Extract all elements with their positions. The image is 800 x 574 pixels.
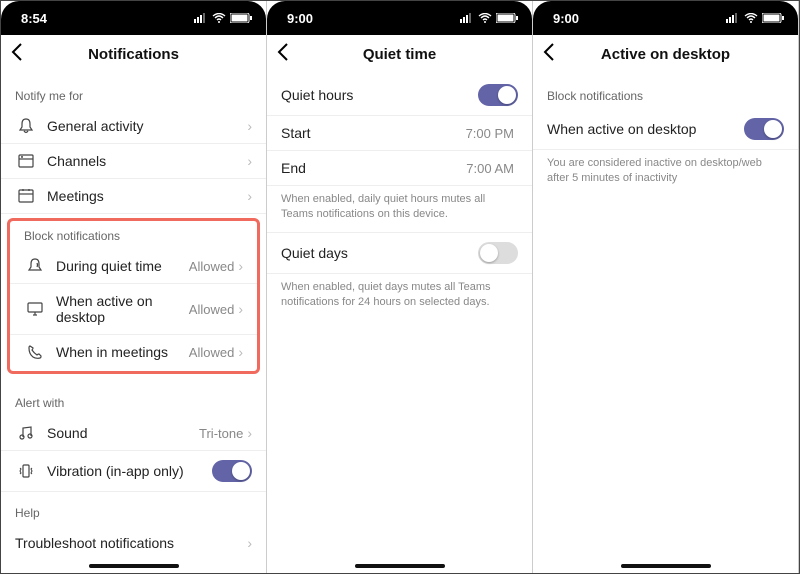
desktop-icon <box>24 301 46 317</box>
status-icons <box>194 13 252 23</box>
status-bar: 8:54 <box>1 1 266 35</box>
row-label: When in meetings <box>56 344 189 360</box>
chevron-right-icon: › <box>238 258 243 274</box>
row-value: Allowed <box>189 302 235 317</box>
row-label: Meetings <box>47 188 247 204</box>
status-bar: 9:00 <box>267 1 532 35</box>
page-title: Active on desktop <box>601 46 730 63</box>
page-title: Notifications <box>88 46 179 63</box>
active-desktop-toggle[interactable] <box>744 118 784 140</box>
row-when-in-meetings[interactable]: When in meetings Allowed › <box>10 335 257 369</box>
row-during-quiet-time[interactable]: During quiet time Allowed › <box>10 249 257 284</box>
nav-bar: Notifications <box>1 35 266 75</box>
status-icons <box>726 13 784 23</box>
vibration-icon <box>15 463 37 479</box>
quiet-hours-toggle[interactable] <box>478 84 518 106</box>
home-indicator <box>355 564 445 568</box>
screen-active-desktop: 9:00 Active on desktop Block notificatio… <box>533 1 799 573</box>
row-channels[interactable]: Channels › <box>1 144 266 179</box>
row-label: When active on desktop <box>547 121 744 137</box>
section-block-header: Block notifications <box>10 221 257 249</box>
nav-bar: Active on desktop <box>533 35 798 75</box>
quiet-days-help: When enabled, quiet days mutes all Teams… <box>267 274 532 320</box>
section-notify-header: Notify me for <box>1 75 266 109</box>
bell-icon <box>15 118 37 134</box>
back-button[interactable] <box>543 43 555 67</box>
page-title: Quiet time <box>363 46 436 63</box>
row-value: 7:00 PM <box>466 126 514 141</box>
row-label: End <box>281 160 466 176</box>
section-alert-header: Alert with <box>1 382 266 416</box>
phone-icon <box>24 344 46 360</box>
chevron-right-icon: › <box>247 535 252 551</box>
row-start[interactable]: Start 7:00 PM <box>267 116 532 151</box>
row-label: General activity <box>47 118 247 134</box>
row-label: When active on desktop <box>56 293 189 325</box>
status-time: 8:54 <box>21 11 47 26</box>
row-troubleshoot[interactable]: Troubleshoot notifications › <box>1 526 266 560</box>
calendar-icon <box>15 188 37 204</box>
quiet-hours-help: When enabled, daily quiet hours mutes al… <box>267 186 532 232</box>
row-when-active-desktop[interactable]: When active on desktop Allowed › <box>10 284 257 335</box>
status-bar: 9:00 <box>533 1 798 35</box>
row-general-activity[interactable]: General activity › <box>1 109 266 144</box>
status-time: 9:00 <box>553 11 579 26</box>
row-value: 7:00 AM <box>466 161 514 176</box>
content: Notify me for General activity › Channel… <box>1 75 266 573</box>
screen-notifications: 8:54 Notifications Notify me for General… <box>1 1 267 573</box>
row-label: During quiet time <box>56 258 189 274</box>
row-label: Troubleshoot notifications <box>15 535 247 551</box>
row-value: Tri-tone <box>199 426 243 441</box>
active-desktop-help: You are considered inactive on desktop/w… <box>533 150 798 196</box>
nav-bar: Quiet time <box>267 35 532 75</box>
channels-icon <box>15 153 37 169</box>
row-label: Quiet hours <box>281 87 478 103</box>
chevron-right-icon: › <box>238 344 243 360</box>
home-indicator <box>621 564 711 568</box>
row-label: Quiet days <box>281 245 478 261</box>
chevron-right-icon: › <box>238 301 243 317</box>
row-value: Allowed <box>189 345 235 360</box>
status-time: 9:00 <box>287 11 313 26</box>
quiet-days-toggle[interactable] <box>478 242 518 264</box>
row-quiet-hours[interactable]: Quiet hours <box>267 75 532 116</box>
row-vibration[interactable]: Vibration (in-app only) <box>1 451 266 492</box>
chevron-right-icon: › <box>247 153 252 169</box>
back-button[interactable] <box>11 43 23 67</box>
row-meetings[interactable]: Meetings › <box>1 179 266 214</box>
quiet-icon <box>24 258 46 274</box>
row-label: Start <box>281 125 466 141</box>
chevron-right-icon: › <box>247 118 252 134</box>
section-block-header: Block notifications <box>533 75 798 109</box>
home-indicator <box>89 564 179 568</box>
row-end[interactable]: End 7:00 AM <box>267 151 532 186</box>
back-button[interactable] <box>277 43 289 67</box>
section-help-header: Help <box>1 492 266 526</box>
content: Quiet hours Start 7:00 PM End 7:00 AM Wh… <box>267 75 532 573</box>
screen-quiet-time: 9:00 Quiet time Quiet hours Start 7:00 P… <box>267 1 533 573</box>
row-quiet-days[interactable]: Quiet days <box>267 232 532 274</box>
chevron-right-icon: › <box>247 188 252 204</box>
music-icon <box>15 425 37 441</box>
row-label: Sound <box>47 425 199 441</box>
highlight-block-notifications: Block notifications During quiet time Al… <box>7 218 260 374</box>
chevron-right-icon: › <box>247 425 252 441</box>
row-label: Channels <box>47 153 247 169</box>
row-when-active-desktop[interactable]: When active on desktop <box>533 109 798 150</box>
row-value: Allowed <box>189 259 235 274</box>
row-label: Vibration (in-app only) <box>47 463 212 479</box>
row-sound[interactable]: Sound Tri-tone › <box>1 416 266 451</box>
status-icons <box>460 13 518 23</box>
vibration-toggle[interactable] <box>212 460 252 482</box>
content: Block notifications When active on deskt… <box>533 75 798 573</box>
